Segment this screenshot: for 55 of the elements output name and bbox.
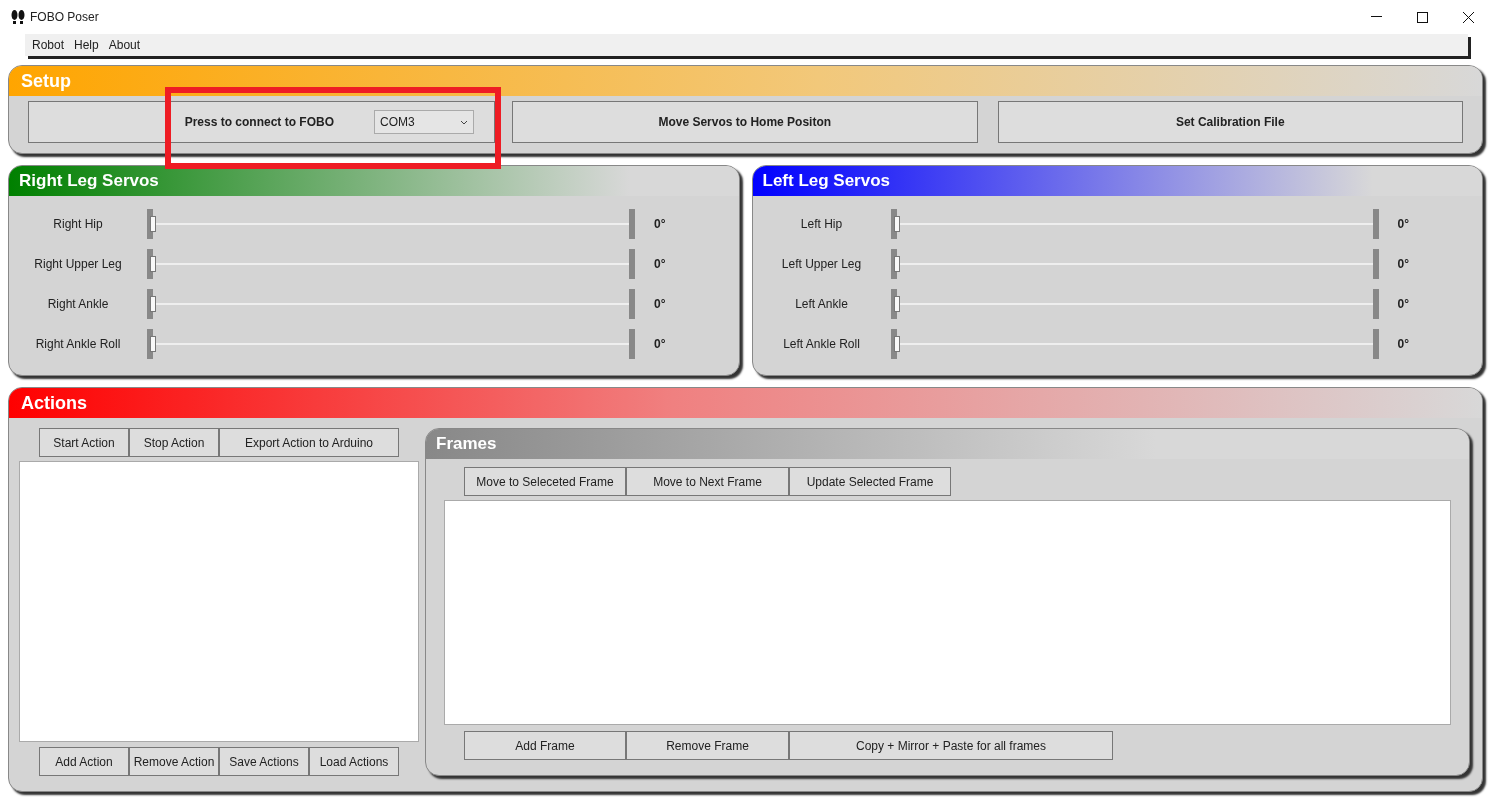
menu-item[interactable]: Robot <box>29 36 68 54</box>
action-button[interactable]: Remove Action <box>129 747 219 776</box>
menu-item[interactable]: About <box>105 36 144 54</box>
servo-label: Left Upper Leg <box>780 256 863 273</box>
frame-button[interactable]: Copy + Mirror + Paste for all frames <box>789 731 1113 760</box>
servo-slider[interactable] <box>147 209 635 239</box>
servo-angle: 0° <box>654 256 666 273</box>
servo-label: Right Ankle Roll <box>34 336 122 353</box>
servo-slider[interactable] <box>890 249 1379 279</box>
servo-angle: 0° <box>654 336 666 353</box>
servo-label: Right Ankle <box>46 296 110 313</box>
footprints-icon <box>10 9 26 25</box>
minimize-icon <box>1370 16 1382 18</box>
servo-angle: 0° <box>1397 296 1409 313</box>
servo-angle: 0° <box>654 296 666 313</box>
frame-button[interactable]: Move to Next Frame <box>626 467 789 496</box>
servo-slider[interactable] <box>890 289 1379 319</box>
servo-label: Left Ankle <box>794 296 849 313</box>
setup-button[interactable]: Set Calibration File <box>997 101 1463 143</box>
frame-button[interactable]: Move to Seleceted Frame <box>464 467 626 496</box>
servo-angle: 0° <box>1397 216 1409 233</box>
maximize-icon <box>1416 11 1428 23</box>
servo-label: Left Hip <box>799 216 844 233</box>
servo-slider[interactable] <box>147 329 635 359</box>
panel-title: Setup <box>21 69 71 93</box>
frame-button[interactable]: Update Selected Frame <box>789 467 951 496</box>
servo-slider[interactable] <box>147 289 635 319</box>
servo-label: Right Hip <box>52 216 104 233</box>
panel-title: Frames <box>436 433 497 456</box>
servo-slider[interactable] <box>890 209 1379 239</box>
menu-item[interactable]: Help <box>71 36 102 54</box>
servo-angle: 0° <box>1397 256 1409 273</box>
action-button[interactable]: Load Actions <box>309 747 399 776</box>
port-dropdown[interactable]: COM3 <box>374 110 474 134</box>
panel-title: Right Leg Servos <box>19 170 159 193</box>
window-title: FOBO Poser <box>30 9 99 26</box>
action-button[interactable]: Stop Action <box>129 428 219 457</box>
servo-label: Left Ankle Roll <box>782 336 861 353</box>
servo-slider[interactable] <box>147 249 635 279</box>
action-button[interactable]: Save Actions <box>219 747 309 776</box>
close-icon <box>1462 11 1474 23</box>
servo-label: Right Upper Leg <box>33 256 123 273</box>
action-button[interactable]: Start Action <box>39 428 129 457</box>
connect-button[interactable]: Press to connect to FOBO COM3 <box>28 101 495 143</box>
servo-slider[interactable] <box>890 329 1379 359</box>
servo-angle: 0° <box>1397 336 1409 353</box>
action-button[interactable]: Export Action to Arduino <box>219 428 399 457</box>
frame-button[interactable]: Add Frame <box>464 731 626 760</box>
servo-angle: 0° <box>654 216 666 233</box>
panel-title: Left Leg Servos <box>762 170 891 193</box>
action-button[interactable]: Add Action <box>39 747 129 776</box>
frame-button[interactable]: Remove Frame <box>626 731 789 760</box>
panel-title: Actions <box>21 391 87 415</box>
chevron-down-icon <box>460 119 468 125</box>
setup-button[interactable]: Move Servos to Home Positon <box>512 101 978 143</box>
